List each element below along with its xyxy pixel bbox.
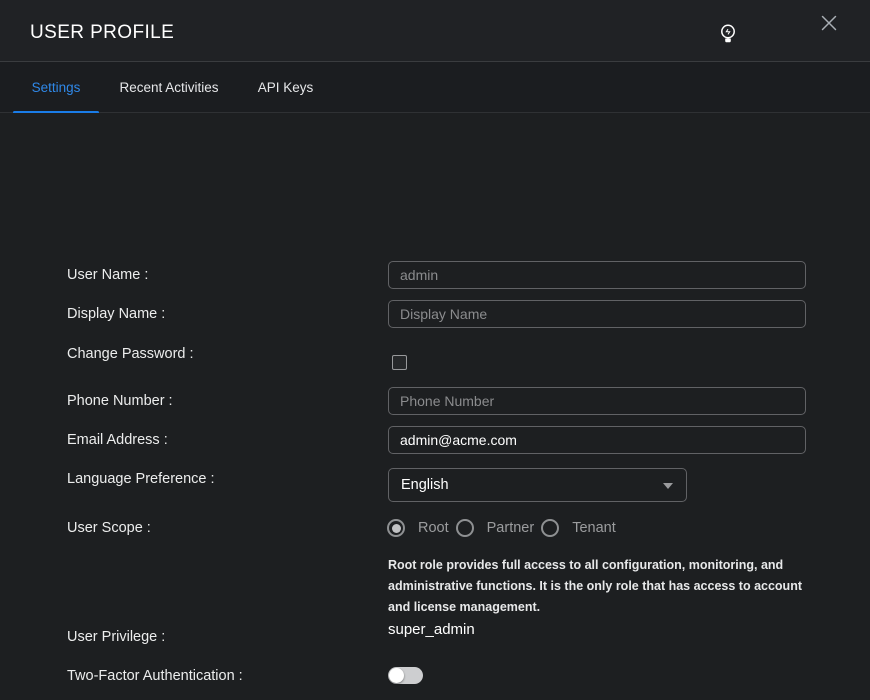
language-preference-select[interactable]: English <box>388 468 687 502</box>
tab-api-keys-label: API Keys <box>258 80 314 95</box>
close-icon <box>821 15 837 36</box>
display-name-input[interactable] <box>388 300 806 328</box>
radio-partner-label[interactable]: Partner <box>487 520 535 536</box>
tab-settings[interactable]: Settings <box>13 62 99 113</box>
user-scope-label: User Scope : <box>67 520 151 537</box>
phone-number-label: Phone Number : <box>67 393 173 410</box>
user-scope-description: Root role provides full access to all co… <box>388 555 806 618</box>
tab-settings-label: Settings <box>32 80 81 95</box>
toggle-knob <box>389 668 404 683</box>
two-factor-toggle[interactable] <box>388 667 423 684</box>
user-name-label: User Name : <box>67 267 148 284</box>
radio-tenant-label[interactable]: Tenant <box>572 520 616 536</box>
email-address-label: Email Address : <box>67 432 168 449</box>
close-button[interactable] <box>818 14 840 36</box>
settings-panel: User Name : Display Name : Change Passwo… <box>0 113 870 700</box>
page-title: USER PROFILE <box>30 22 174 44</box>
tab-recent-activities-label: Recent Activities <box>119 80 218 95</box>
dialog-header: USER PROFILE <box>0 0 870 62</box>
user-privilege-label: User Privilege : <box>67 629 165 646</box>
radio-root-label[interactable]: Root <box>418 520 449 536</box>
chevron-down-icon <box>663 483 673 489</box>
language-preference-label: Language Preference : <box>67 471 215 488</box>
language-preference-value: English <box>389 469 686 501</box>
tab-bar: Settings Recent Activities API Keys <box>0 62 870 113</box>
two-factor-label: Two-Factor Authentication : <box>67 668 243 685</box>
email-address-input[interactable] <box>388 426 806 454</box>
user-scope-radio-group: Root Partner Tenant <box>387 519 623 537</box>
radio-tenant[interactable] <box>541 519 559 537</box>
change-password-label: Change Password : <box>67 346 194 363</box>
change-password-checkbox[interactable] <box>392 355 407 370</box>
user-profile-dialog: USER PROFILE Settings Recent Acti <box>0 0 870 700</box>
hint-button[interactable] <box>719 23 741 49</box>
tab-recent-activities[interactable]: Recent Activities <box>99 62 239 113</box>
display-name-label: Display Name : <box>67 306 165 323</box>
radio-partner[interactable] <box>456 519 474 537</box>
lightbulb-icon <box>719 36 737 53</box>
phone-number-input[interactable] <box>388 387 806 415</box>
tab-api-keys[interactable]: API Keys <box>239 62 332 113</box>
user-privilege-value: super_admin <box>388 621 475 638</box>
radio-root[interactable] <box>387 519 405 537</box>
user-name-input[interactable] <box>388 261 806 289</box>
